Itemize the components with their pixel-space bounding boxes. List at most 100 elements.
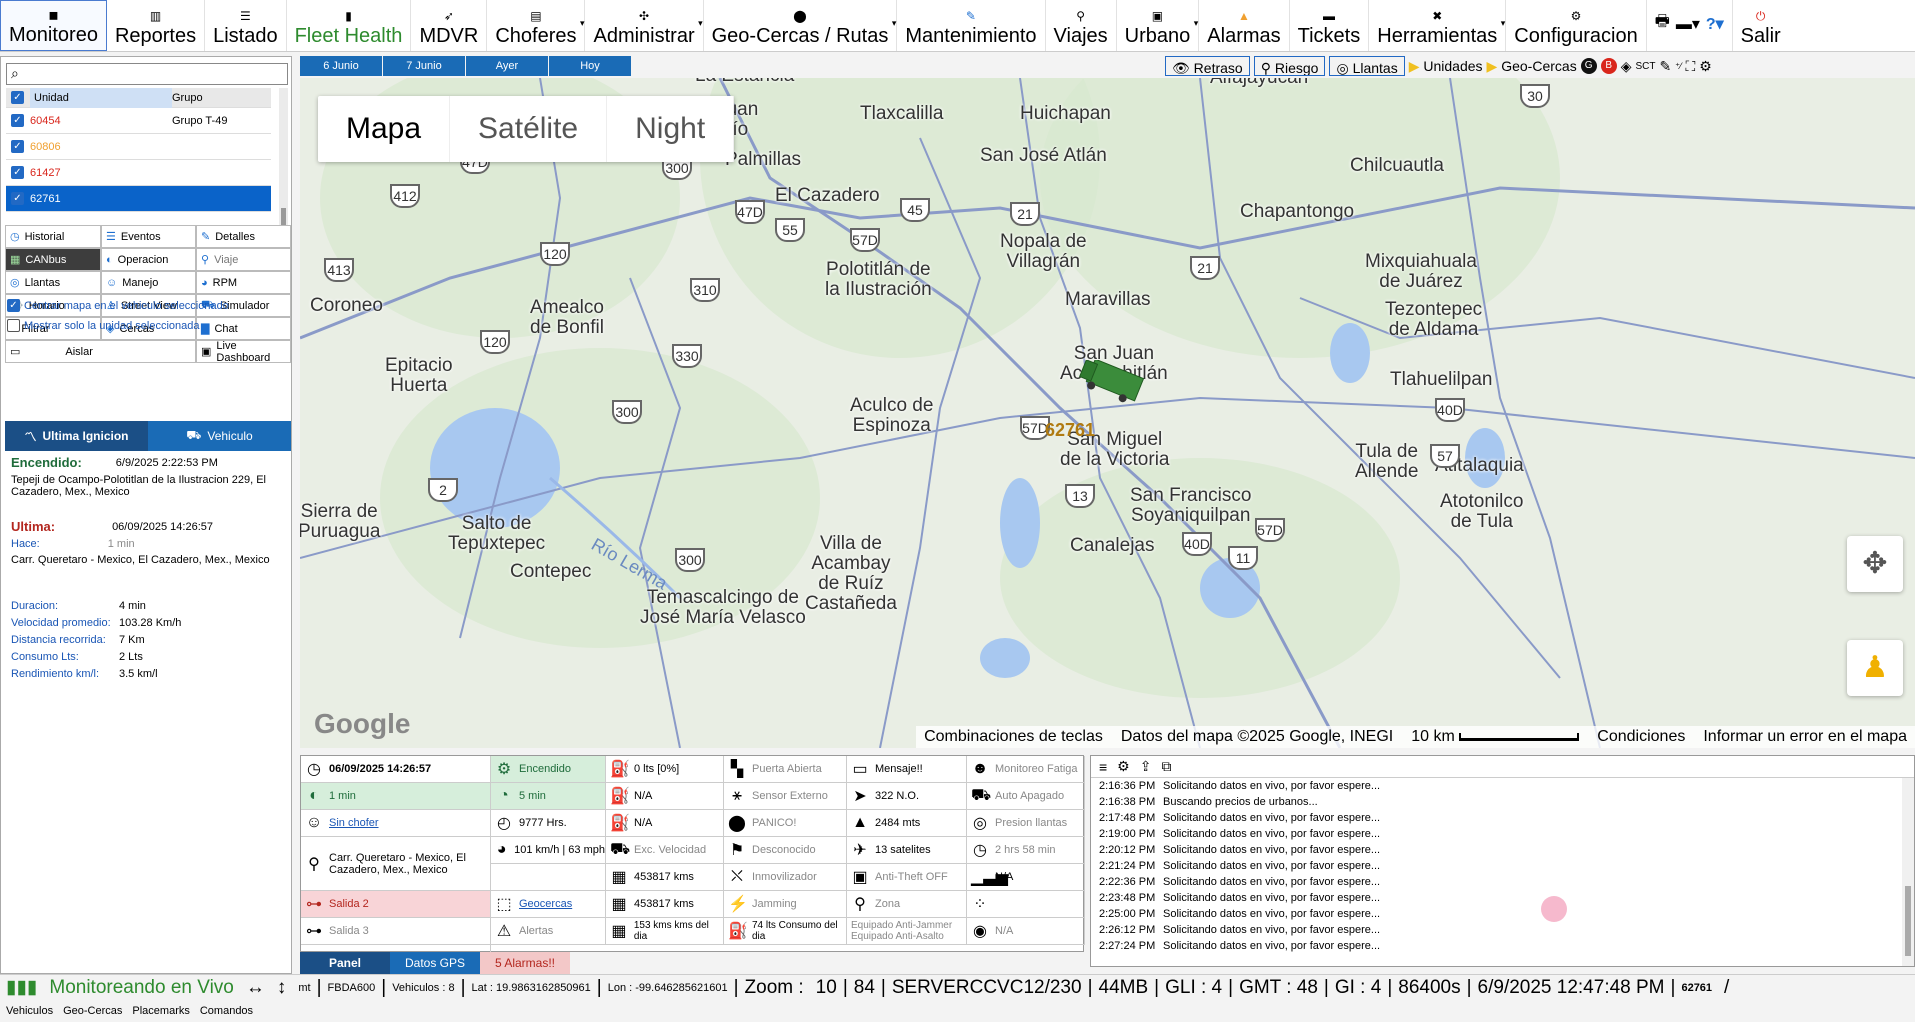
tool-llantas[interactable]: ◎ Llantas <box>5 271 101 294</box>
operation-icon: ◐ <box>106 253 113 266</box>
tool-operacion[interactable]: ◐ Operacion <box>101 248 196 271</box>
fences-layer[interactable]: ▶ Geo-Cercas <box>1487 58 1577 75</box>
date-tab[interactable]: Ayer <box>466 56 548 76</box>
tool-chat[interactable]: ▇ Chat <box>196 317 291 340</box>
device-icon[interactable]: ▬▾ <box>1676 14 1700 34</box>
draw-icon[interactable]: ✎ <box>1659 58 1671 75</box>
tool-label: CANbus <box>25 253 67 266</box>
panel-tab-1[interactable]: Datos GPS <box>390 952 480 974</box>
live-dashboard-button[interactable]: ▣ Live Dashboard <box>196 339 291 364</box>
tires-toggle[interactable]: ◎ Llantas <box>1329 56 1405 76</box>
pegman-button[interactable]: ♟ <box>1847 640 1903 696</box>
only-selected-checkbox[interactable]: Mostrar solo la unidad seleccionada <box>7 319 200 332</box>
date-tab[interactable]: 6 Junio <box>300 56 382 76</box>
unit-row[interactable]: ✓ 62761 <box>6 186 271 212</box>
fullscreen-button[interactable]: ✥ <box>1847 536 1903 592</box>
tool-manejo[interactable]: ☺ Manejo <box>101 271 196 294</box>
tab-comandos[interactable]: Comandos <box>200 1005 253 1017</box>
layer-b-icon[interactable]: B <box>1600 58 1617 74</box>
tab-geo-cercas[interactable]: Geo-Cercas <box>63 1005 122 1017</box>
nav-monitoreo[interactable]: ◼ Monitoreo <box>0 0 107 51</box>
log-time: 2:26:12 PM <box>1099 924 1156 936</box>
units-layer[interactable]: ▶ Unidades <box>1409 58 1483 75</box>
nav-listado[interactable]: ☰ Listado <box>205 0 287 51</box>
nav-urbano[interactable]: ▣ Urbano ▾ <box>1117 0 1200 51</box>
layer-g-icon[interactable]: G <box>1580 58 1597 74</box>
checkbox-checked-icon[interactable]: ✓ <box>11 192 24 205</box>
shortcuts-link[interactable]: Combinaciones de teclas <box>924 728 1103 746</box>
checkbox-checked-icon[interactable]: ✓ <box>11 114 24 127</box>
isolate-button[interactable]: ▭ Aislar <box>5 340 196 363</box>
map[interactable]: Río Lerma La EstanciaSan Juan del RíoTla… <box>300 78 1915 748</box>
checkbox-checked-icon[interactable]: ✓ <box>11 91 24 104</box>
nav-tickets[interactable]: ▬ Tickets <box>1290 0 1370 51</box>
nav-configuracion[interactable]: ⚙ Configuracion <box>1506 0 1647 51</box>
tab-vehiculos[interactable]: Vehiculos <box>6 1005 53 1017</box>
vehicle-marker[interactable] <box>1075 358 1153 410</box>
tab-placemarks[interactable]: Placemarks <box>132 1005 189 1017</box>
nav-reportes[interactable]: ▥ Reportes <box>107 0 206 51</box>
panel-cell[interactable]: ⬚ Geocercas <box>491 891 606 918</box>
tab-last-ignition[interactable]: 〽 Ultima Ignicion <box>5 421 148 451</box>
tool-detalles[interactable]: ✎ Detalles <box>196 225 291 248</box>
compass-icon[interactable]: ◈ <box>1621 58 1632 75</box>
log-message: Solicitando datos en vivo, por favor esp… <box>1163 892 1381 904</box>
nav-administrar[interactable]: ✣ Administrar ▾ <box>585 0 704 51</box>
lat-lon-icon[interactable]: ⁺⁄ <box>1675 61 1681 72</box>
checkbox-checked-icon[interactable]: ✓ <box>11 140 24 153</box>
delay-toggle[interactable]: 👁 Retraso <box>1165 56 1250 76</box>
nav-fleet-health[interactable]: ▮ Fleet Health <box>287 0 412 51</box>
panel-cell[interactable]: ☺ Sin chofer <box>301 810 491 837</box>
unit-row[interactable]: ✓ 61427 <box>6 160 271 186</box>
nav-mdvr[interactable]: ➶ MDVR <box>411 0 488 51</box>
nav-alarmas[interactable]: ▲ Alarmas <box>1199 0 1290 51</box>
terms-link[interactable]: Condiciones <box>1597 728 1685 746</box>
unit-row[interactable]: ✓ 60806 <box>6 134 271 160</box>
tool-historial[interactable]: ◷ Historial <box>5 225 101 248</box>
tab-vehicle[interactable]: ⛟ Vehiculo <box>148 421 291 451</box>
exit-label: Salir <box>1740 25 1781 47</box>
unit-column-header[interactable]: Unidad <box>30 87 172 108</box>
sct-toggle[interactable]: SCT <box>1635 61 1655 72</box>
tool-viaje[interactable]: ⚲ Viaje <box>196 248 291 271</box>
nav-geo-cercas-rutas[interactable]: ⬤ Geo-Cercas / Rutas ▾ <box>704 0 898 51</box>
exit-button[interactable]: ⏻ Salir <box>1733 0 1789 51</box>
map-type-night[interactable]: Night <box>607 96 735 162</box>
date-tab[interactable]: 7 Junio <box>383 56 465 76</box>
log-message: Buscando precios de urbanos... <box>1163 796 1318 808</box>
center-map-checkbox[interactable]: ✓ Centrar mapa en el vehiculo seleccionad… <box>7 299 229 312</box>
report-error-link[interactable]: Informar un error en el mapa <box>1703 728 1907 746</box>
nav-choferes[interactable]: ▤ Choferes ▾ <box>487 0 586 51</box>
nav-herramientas[interactable]: ✖ Herramientas ▾ <box>1369 0 1507 51</box>
settings-icon[interactable]: ⚙ <box>1699 58 1712 75</box>
nav-viajes[interactable]: ⚲ Viajes <box>1046 0 1117 51</box>
scroll-thumb[interactable] <box>1905 886 1911 956</box>
highway-shield: 57D <box>850 228 880 252</box>
date-tab[interactable]: Hoy <box>549 56 631 76</box>
log-scrollbar[interactable] <box>1902 778 1914 966</box>
menu-icon[interactable]: ≡ <box>1099 759 1107 775</box>
unit-row[interactable]: ✓ 60454 Grupo T-49 <box>6 108 271 134</box>
fences-layer-icon: ▶ <box>1486 57 1498 74</box>
live-dashboard-label: Live Dashboard <box>216 339 271 364</box>
copy-icon[interactable]: ⧉ <box>1161 758 1171 775</box>
tool-canbus[interactable]: ▦ CANbus <box>5 248 101 271</box>
nav-mantenimiento[interactable]: ✎ Mantenimiento <box>897 0 1046 51</box>
gear-icon[interactable]: ⚙ <box>1117 758 1130 775</box>
risk-toggle[interactable]: ⚲ Riesgo <box>1253 56 1326 76</box>
map-type-satellite[interactable]: Satélite <box>450 96 608 162</box>
search-input[interactable]: ⌕ <box>6 63 288 85</box>
help-icon[interactable]: ?▾ <box>1706 14 1724 34</box>
export-icon[interactable]: ⇪ <box>1140 758 1152 775</box>
group-column-header[interactable]: Grupo <box>172 92 203 104</box>
tool-rpm[interactable]: ◕ RPM <box>196 271 291 294</box>
tool-eventos[interactable]: ☰ Eventos <box>101 225 196 248</box>
print-icon[interactable]: 🖶 <box>1655 10 1670 37</box>
map-type-map[interactable]: Mapa <box>318 96 451 162</box>
fullscreen-icon[interactable]: ⛶ <box>1685 58 1695 75</box>
panel-tab-0[interactable]: Panel <box>300 952 390 974</box>
panel-cell: ⛟ Auto Apagado <box>967 783 1085 810</box>
tires-icon: ◎ <box>10 277 20 289</box>
checkbox-checked-icon[interactable]: ✓ <box>11 166 24 179</box>
panel-tab-2[interactable]: 5 Alarmas!! <box>480 952 570 974</box>
